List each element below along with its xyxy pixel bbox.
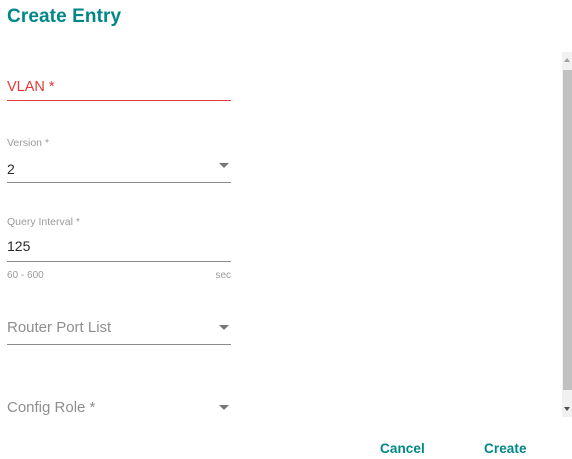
cancel-button[interactable]: Cancel	[380, 441, 425, 456]
scrollbar-thumb[interactable]	[563, 70, 572, 390]
scroll-up-icon[interactable]	[564, 58, 570, 62]
query-interval-underline	[7, 261, 231, 262]
router-port-list-placeholder: Router Port List	[7, 319, 112, 336]
version-label: Version *	[7, 137, 50, 149]
vlan-underline	[7, 100, 231, 101]
version-value: 2	[7, 161, 15, 177]
chevron-down-icon[interactable]	[219, 405, 229, 410]
create-button[interactable]: Create	[484, 441, 527, 456]
version-underline	[7, 182, 231, 183]
scroll-down-icon[interactable]	[564, 407, 570, 411]
router-port-list-select[interactable]: Router Port List	[7, 316, 231, 346]
router-port-list-underline	[7, 344, 231, 345]
query-interval-field[interactable]: Query Interval * 125 60 - 600 sec	[7, 213, 231, 288]
query-interval-unit: sec	[215, 270, 231, 281]
query-interval-label: Query Interval *	[7, 216, 80, 228]
vlan-field[interactable]: VLAN *	[7, 74, 231, 104]
version-select[interactable]: Version * 2	[7, 134, 231, 186]
config-role-select[interactable]: Config Role *	[7, 396, 231, 420]
config-role-placeholder: Config Role *	[7, 399, 96, 416]
chevron-down-icon[interactable]	[219, 163, 229, 168]
chevron-down-icon[interactable]	[219, 325, 229, 330]
scrollbar[interactable]	[562, 52, 572, 417]
vlan-label: VLAN *	[7, 79, 55, 95]
query-interval-range-hint: 60 - 600	[7, 270, 44, 281]
create-entry-dialog: Create Entry VLAN * Version * 2 Query In…	[0, 0, 572, 459]
query-interval-input[interactable]: 125	[7, 238, 30, 254]
dialog-title: Create Entry	[7, 6, 122, 27]
